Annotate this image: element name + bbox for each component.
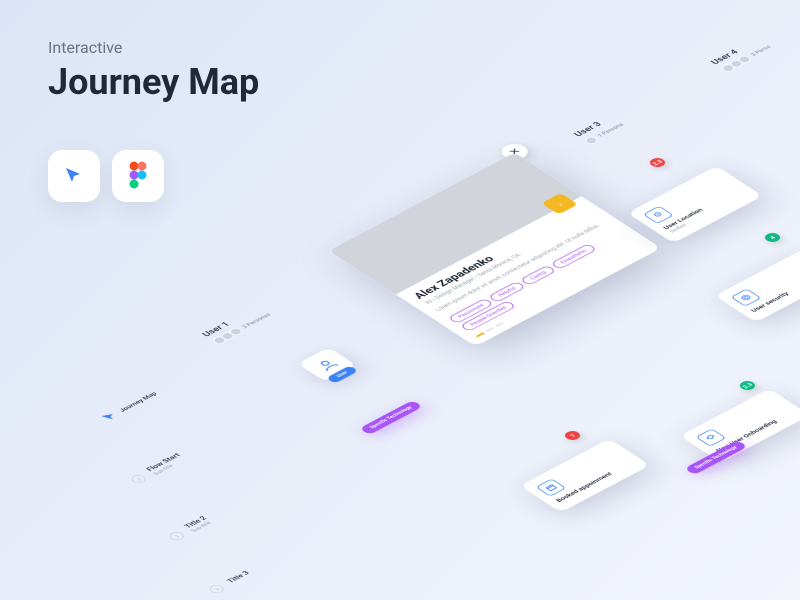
- user3-label: User 3 1 Persona: [571, 114, 626, 145]
- user4-label: User 4 3 Perso: [708, 36, 774, 73]
- figma-icon[interactable]: [112, 150, 164, 202]
- card-title: User security: [749, 270, 800, 313]
- app-name: Journey Map: [117, 391, 158, 413]
- profile-card[interactable]: ✕ › Alex Zapadenko 30 • Design Manager •…: [329, 152, 661, 346]
- user-security-card[interactable]: User security: [715, 249, 800, 323]
- tech-chip[interactable]: Specific Technology: [359, 400, 423, 435]
- booked-card[interactable]: Booked appoinment: [520, 439, 650, 513]
- arrow-down-icon: ↓: [167, 530, 187, 542]
- header-title: Journey Map: [48, 61, 259, 103]
- arrow-down-icon: ↓: [207, 583, 227, 595]
- user-location-card[interactable]: User Location Verified: [627, 166, 762, 243]
- badge-green: 4: [762, 231, 783, 243]
- figjam-icon[interactable]: [48, 150, 100, 202]
- card-title: User Location: [662, 187, 742, 230]
- badge-red: 1: [562, 429, 583, 441]
- header-subtitle: Interactive: [48, 38, 259, 57]
- badge-green: 2.3: [737, 379, 758, 391]
- user-node[interactable]: User: [298, 340, 383, 390]
- flow-title: Title 3: [226, 570, 252, 584]
- flow-item-start[interactable]: ↓ Flow StartSub-title: [127, 452, 187, 485]
- badge-red: 2.3: [647, 156, 668, 168]
- flow-item-2[interactable]: ↓ Title 2Sub-title: [165, 515, 214, 542]
- card-subtitle: Verified: [668, 192, 747, 234]
- user1-label: User 1 3 Personas: [200, 304, 274, 346]
- page-header: Interactive Journey Map: [48, 38, 259, 103]
- tool-icons-row: [48, 150, 164, 202]
- card-title: Booked appoinment: [554, 460, 634, 503]
- flow-item-3[interactable]: ↓ Title 3: [207, 569, 253, 595]
- app-logo[interactable]: Journey Map: [98, 389, 160, 423]
- user-icon: [312, 355, 343, 373]
- cursor-icon: [98, 410, 121, 423]
- arrow-down-icon: ↓: [129, 473, 149, 485]
- onboarding-card[interactable]: New User Onboarding: [680, 389, 800, 463]
